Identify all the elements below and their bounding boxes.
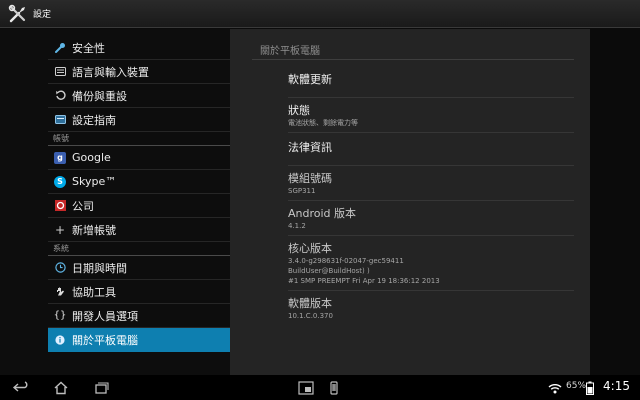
settings-tools-icon[interactable] <box>8 4 28 24</box>
sidebar-item-label: 設定指南 <box>72 113 116 127</box>
settings-sidebar: 安全性 語言與輸入裝置 備份與重設 設定指南 帳號 g Google S Sky… <box>0 29 240 375</box>
pref-kernel-version: 核心版本 3.4.0-g298631f-02047-gec59411 Build… <box>288 236 574 291</box>
pref-title: 法律資訊 <box>288 141 332 154</box>
app-title: 設定 <box>33 10 52 20</box>
sidebar-item-company[interactable]: 公司 <box>48 194 230 218</box>
sidebar-item-security[interactable]: 安全性 <box>48 36 230 60</box>
pref-status[interactable]: 狀態 電池狀態、剩餘電力等 <box>288 98 574 133</box>
skype-icon: S <box>54 175 66 188</box>
pref-summary-line: 3.4.0-g298631f-02047-gec59411 <box>288 257 404 265</box>
sidebar-item-setup-guide[interactable]: 設定指南 <box>48 108 230 132</box>
back-icon[interactable] <box>12 380 30 394</box>
pref-summary: 4.1.2 <box>288 222 306 230</box>
info-icon <box>54 334 66 346</box>
pref-android-version[interactable]: Android 版本 4.1.2 <box>288 201 574 236</box>
home-icon[interactable] <box>52 380 70 395</box>
sidebar-item-label: 關於平板電腦 <box>72 333 138 347</box>
pref-model-number: 模組號碼 SGP311 <box>288 166 574 201</box>
sidebar-item-language-input[interactable]: 語言與輸入裝置 <box>48 60 230 84</box>
google-icon: g <box>54 151 66 164</box>
status-clock: 4:15 <box>603 379 630 393</box>
sidebar-item-label: Google <box>72 151 111 164</box>
sidebar-item-about-tablet[interactable]: 關於平板電腦 <box>48 328 230 352</box>
small-app-icon[interactable] <box>298 380 314 395</box>
braces-icon: {} <box>53 310 67 321</box>
sidebar-item-label: 備份與重設 <box>72 89 127 103</box>
sidebar-item-label: 開發人員選項 <box>72 309 138 323</box>
restore-icon <box>54 90 66 102</box>
pref-title: Android 版本 <box>288 207 357 220</box>
pref-software-update[interactable]: 軟體更新 <box>288 65 574 98</box>
sidebar-item-skype[interactable]: S Skype™ <box>48 170 230 194</box>
pref-title: 核心版本 <box>288 242 332 255</box>
section-header-system: 系統 <box>48 242 230 256</box>
pref-summary: SGP311 <box>288 187 316 195</box>
sidebar-item-add-account[interactable]: + 新增帳號 <box>48 218 230 242</box>
detail-pane: 關於平板電腦 軟體更新 狀態 電池狀態、剩餘電力等 法律資訊 模組號碼 SGP3… <box>230 29 590 375</box>
pref-title: 狀態 <box>288 104 310 117</box>
battery-icon <box>586 380 594 395</box>
page-title: 關於平板電腦 <box>260 46 320 57</box>
plus-icon: + <box>54 222 66 237</box>
wrench-icon <box>54 42 66 54</box>
pref-summary-line: #1 SMP PREEMPT Fri Apr 19 18:36:12 2013 <box>288 277 440 285</box>
pref-summary-line: BuildUser@BuildHost) ) <box>288 267 370 275</box>
sidebar-item-label: 公司 <box>72 199 94 213</box>
company-icon <box>54 200 66 212</box>
sidebar-item-backup-reset[interactable]: 備份與重設 <box>48 84 230 108</box>
preference-list: 軟體更新 狀態 電池狀態、剩餘電力等 法律資訊 模組號碼 SGP311 Andr… <box>288 65 574 325</box>
sidebar-item-label: 新增帳號 <box>72 223 116 237</box>
sidebar-item-google[interactable]: g Google <box>48 146 230 170</box>
wifi-icon <box>548 380 562 394</box>
sidebar-item-developer-options[interactable]: {} 開發人員選項 <box>48 304 230 328</box>
pref-software-version: 軟體版本 10.1.C.0.370 <box>288 291 574 325</box>
clock-icon <box>54 262 66 274</box>
pref-legal-info[interactable]: 法律資訊 <box>288 133 574 166</box>
pref-title: 模組號碼 <box>288 172 332 185</box>
settings-list: 安全性 語言與輸入裝置 備份與重設 設定指南 帳號 g Google S Sky… <box>48 36 230 352</box>
sidebar-item-accessibility[interactable]: 協助工具 <box>48 280 230 304</box>
action-bar: 設定 <box>0 0 640 28</box>
sidebar-item-label: 日期與時間 <box>72 261 127 275</box>
pref-summary: 電池狀態、剩餘電力等 <box>288 119 358 127</box>
pref-title: 軟體版本 <box>288 297 332 310</box>
guide-icon <box>54 114 66 126</box>
system-navigation-bar: 65% 4:15 <box>0 375 640 400</box>
battery-percent: 65% <box>566 381 587 391</box>
keyboard-icon <box>54 66 66 78</box>
sidebar-item-label: 安全性 <box>72 41 105 55</box>
sidebar-item-date-time[interactable]: 日期與時間 <box>48 256 230 280</box>
sidebar-item-label: 協助工具 <box>72 285 116 299</box>
title-divider <box>252 59 574 60</box>
pref-summary: 10.1.C.0.370 <box>288 312 333 320</box>
section-header-accounts: 帳號 <box>48 132 230 146</box>
recent-apps-icon[interactable] <box>92 380 110 394</box>
pref-title: 軟體更新 <box>288 73 332 86</box>
sidebar-item-label: Skype™ <box>72 175 117 188</box>
hand-icon <box>54 286 66 298</box>
phone-icon[interactable] <box>328 380 340 395</box>
sidebar-item-label: 語言與輸入裝置 <box>72 65 149 79</box>
